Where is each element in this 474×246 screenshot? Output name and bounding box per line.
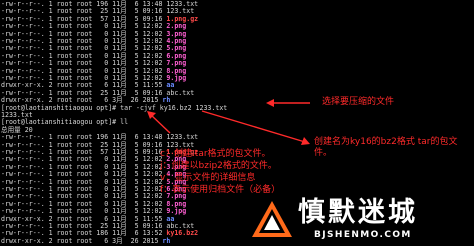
terminal-line: drwxr-xr-x. 2 root root 6 3月 26 2015 rh [1, 237, 170, 246]
file-name: rh [162, 236, 171, 245]
watermark-logo-icon [252, 201, 292, 237]
terminal-line-text: [root@laotianshitiaogou opt]# tar -cjvf … [1, 103, 228, 112]
annotation-options: c：创建.tar格式的包文件。 j：创建以bzip2格式的文件。 v：显示文件的… [160, 149, 281, 195]
annotation-create-name: 创建名为ky16的bz2格式 tar的包文 件。 [314, 137, 458, 158]
terminal-line: [root@laotianshitiaogou opt]# tar -cjvf … [1, 104, 227, 113]
file-name: ky16.bz2 [166, 229, 199, 238]
annotation-select-file: 选择要压缩的文件 [322, 97, 395, 107]
watermark-subtitle: BJSHENMO.COM [314, 230, 412, 240]
terminal-line-text: drwxr-xr-x. 2 root root 6 3月 26 2015 [1, 236, 163, 245]
watermark-title: 慎默迷城 [298, 197, 418, 228]
file-name: abc.txt [166, 88, 195, 97]
watermark: 慎默迷城 BJSHENMO.COM [246, 196, 474, 245]
